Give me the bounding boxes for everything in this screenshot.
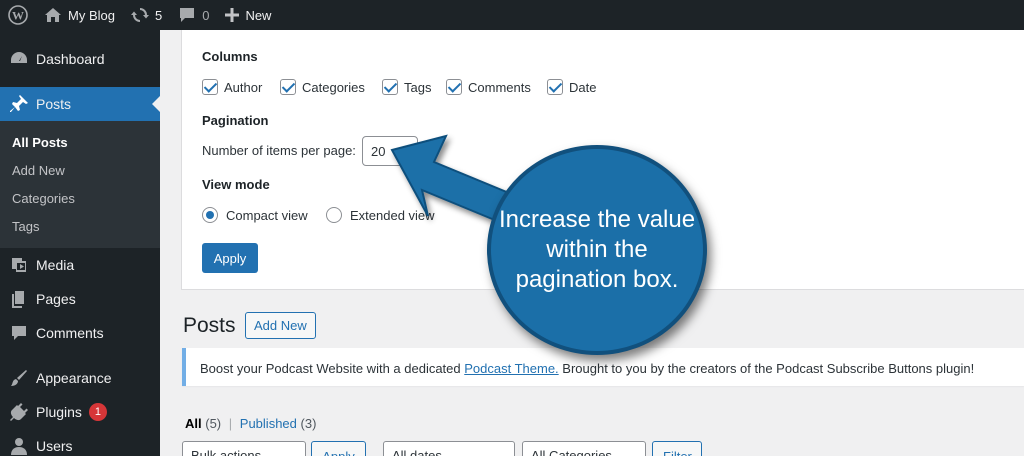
updates-count: 5 — [154, 7, 163, 23]
sidebar-label-plugins: Plugins — [36, 404, 82, 420]
checkbox-checked[interactable] — [280, 79, 296, 95]
filter-published-count: (3) — [300, 416, 317, 431]
sidebar-item-dashboard[interactable]: Dashboard — [0, 44, 160, 74]
wordpress-logo-icon: W — [8, 5, 28, 25]
radio-selected[interactable] — [202, 207, 218, 223]
sidebar-item-comments[interactable]: Comments — [0, 320, 160, 346]
notice-text-after: Brought to you by the creators of the Po… — [558, 361, 975, 376]
page-title: Posts — [183, 314, 236, 337]
site-name: My Blog — [68, 7, 115, 23]
admin-sidebar: Dashboard Posts All Posts Add New Catego… — [0, 30, 160, 456]
date-filter-select[interactable]: All dates — [383, 441, 515, 456]
new-content-link[interactable]: New — [217, 0, 279, 30]
plugins-update-badge: 1 — [88, 403, 107, 421]
submenu-add-new[interactable]: Add New — [12, 163, 65, 178]
comments-icon — [12, 326, 26, 340]
view-mode-compact[interactable]: Compact view — [202, 207, 308, 223]
radio-unselected[interactable] — [326, 207, 342, 223]
sidebar-item-posts[interactable]: Posts — [0, 87, 160, 121]
sidebar-item-appearance[interactable]: Appearance — [0, 365, 160, 391]
submenu-tags[interactable]: Tags — [12, 219, 39, 234]
column-checkbox-tags[interactable]: Tags — [382, 79, 431, 95]
sidebar-label-appearance: Appearance — [36, 370, 112, 386]
sidebar-label-dashboard: Dashboard — [36, 51, 105, 67]
paintbrush-icon — [11, 370, 27, 386]
checkbox-checked[interactable] — [547, 79, 563, 95]
checkbox-checked[interactable] — [202, 79, 218, 95]
pagination-heading: Pagination — [202, 113, 269, 128]
updates-icon — [130, 8, 149, 22]
filter-all-count: (5) — [205, 416, 222, 431]
checkbox-label: Date — [569, 79, 597, 95]
column-checkbox-author[interactable]: Author — [202, 79, 262, 95]
sidebar-item-media[interactable]: Media — [0, 252, 160, 278]
sidebar-label-comments: Comments — [36, 325, 104, 341]
filter-published[interactable]: Published — [240, 416, 297, 431]
checkbox-label: Tags — [404, 79, 432, 95]
add-new-post-button[interactable]: Add New — [245, 312, 316, 339]
items-per-page-input[interactable] — [362, 136, 418, 166]
filter-separator: | — [228, 416, 233, 431]
submenu-all-posts[interactable]: All Posts — [12, 135, 68, 150]
radio-label: Extended view — [350, 207, 435, 223]
sidebar-label-users: Users — [36, 438, 73, 454]
checkbox-label: Categories — [302, 79, 365, 95]
sidebar-item-users[interactable]: Users — [0, 433, 160, 456]
checkbox-checked[interactable] — [446, 79, 462, 95]
current-menu-arrow — [152, 96, 160, 112]
comments-link[interactable]: 0 — [170, 0, 217, 30]
items-per-page-label: Number of items per page: — [202, 143, 356, 158]
sidebar-item-pages[interactable]: Pages — [0, 286, 160, 312]
notice-text-before: Boost your Podcast Website with a dedica… — [200, 361, 465, 376]
admin-bar: W My Blog 5 0 New — [0, 0, 1024, 30]
radio-label: Compact view — [226, 207, 308, 223]
sidebar-label-pages: Pages — [36, 291, 76, 307]
filter-button[interactable]: Filter — [652, 441, 702, 456]
media-icon — [12, 258, 26, 272]
checkbox-checked[interactable] — [382, 79, 398, 95]
column-checkbox-categories[interactable]: Categories — [280, 79, 365, 95]
plus-icon — [225, 8, 240, 22]
column-checkbox-comments[interactable]: Comments — [446, 79, 531, 95]
checkbox-label: Author — [224, 79, 263, 95]
users-icon — [11, 438, 27, 455]
pages-icon — [12, 291, 24, 308]
comments-count: 0 — [202, 7, 210, 23]
updates-link[interactable]: 5 — [123, 0, 170, 30]
wordpress-logo-button[interactable]: W — [0, 0, 36, 30]
checkbox-label: Comments — [468, 79, 531, 95]
bulk-apply-button[interactable]: Apply — [311, 441, 366, 456]
category-filter-select[interactable]: All Categories — [522, 441, 646, 456]
column-checkbox-date[interactable]: Date — [547, 79, 596, 95]
sidebar-item-plugins[interactable]: Plugins 1 — [0, 399, 160, 425]
posts-submenu: All Posts Add New Categories Tags — [0, 121, 160, 248]
new-label: New — [245, 7, 272, 23]
callout-text: Increase the value within the pagination… — [498, 206, 696, 293]
dashboard-icon — [11, 52, 27, 63]
podcast-theme-link[interactable]: Podcast Theme. — [464, 361, 558, 376]
submenu-categories[interactable]: Categories — [12, 191, 75, 206]
sidebar-label-media: Media — [36, 257, 75, 273]
svg-text:W: W — [12, 9, 24, 23]
columns-heading: Columns — [202, 49, 258, 64]
filter-all[interactable]: All — [185, 416, 202, 431]
home-icon — [45, 8, 61, 22]
pushpin-icon — [10, 95, 28, 112]
post-status-filters: All (5) | Published (3) — [185, 416, 316, 431]
site-name-link[interactable]: My Blog — [36, 0, 123, 30]
bulk-actions-select[interactable]: Bulk actions — [182, 441, 306, 456]
comment-bubble-icon — [180, 8, 195, 22]
screen-options-apply-button[interactable]: Apply — [202, 243, 258, 273]
plugin-icon — [10, 403, 28, 421]
sidebar-label-posts: Posts — [36, 96, 72, 112]
view-mode-heading: View mode — [202, 177, 270, 192]
view-mode-extended[interactable]: Extended view — [326, 207, 435, 223]
